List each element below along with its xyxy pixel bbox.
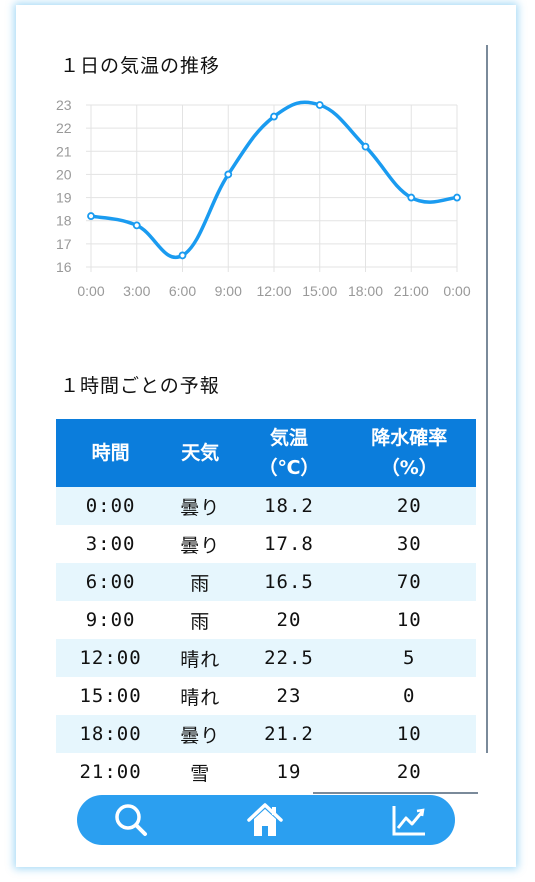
data-point [224, 170, 233, 179]
table-row: 18:00 曇り 21.2 10 [56, 715, 476, 753]
header-time: 時間 [56, 419, 166, 487]
table-header-row: 時間 天気 気温 （℃） 降水確率 （%） [56, 419, 476, 487]
chart-icon [392, 806, 425, 836]
cell-temperature: 23 [235, 677, 343, 715]
forecast-table-container[interactable]: 時間 天気 気温 （℃） 降水確率 （%） 0:00 曇り 18.2 20 3:00 曇り 17… [56, 419, 476, 796]
header-temperature: 気温 （℃） [235, 419, 343, 487]
forecast-section-title: １時間ごとの予報 [60, 375, 220, 397]
cell-temperature: 21.2 [235, 715, 343, 753]
y-tick-label: 19 [56, 190, 72, 206]
cell-precipitation: 20 [342, 487, 476, 525]
table-row: 3:00 曇り 17.8 30 [56, 525, 476, 563]
cell-time: 0:00 [56, 487, 166, 525]
y-tick-label: 22 [56, 120, 72, 136]
table-row: 9:00 雨 20 10 [56, 601, 476, 639]
nav-chart-button[interactable] [379, 795, 439, 845]
cell-temperature: 20 [235, 601, 343, 639]
cell-precipitation: 0 [342, 677, 476, 715]
table-row: 12:00 晴れ 22.5 5 [56, 639, 476, 677]
vertical-scrollbar[interactable] [486, 45, 488, 753]
cell-weather: 曇り [165, 525, 236, 563]
x-tick-label: 9:00 [215, 283, 242, 299]
cell-weather: 雨 [165, 563, 236, 601]
cell-temperature: 17.8 [235, 525, 343, 563]
data-point [453, 193, 461, 202]
cell-weather: 晴れ [165, 677, 236, 715]
table-row: 6:00 雨 16.5 70 [56, 563, 476, 601]
cell-temperature: 19 [235, 753, 343, 791]
cell-precipitation: 30 [342, 525, 476, 563]
cell-precipitation: 5 [342, 639, 476, 677]
data-point [178, 251, 187, 260]
y-tick-label: 18 [56, 213, 72, 229]
cell-weather: 雨 [165, 601, 236, 639]
data-point [270, 112, 278, 121]
data-point [87, 212, 95, 220]
horizontal-scrollbar[interactable] [313, 792, 478, 794]
data-point [315, 101, 324, 109]
cell-precipitation: 70 [342, 563, 476, 601]
cell-precipitation: 10 [342, 601, 476, 639]
cell-time: 3:00 [56, 525, 166, 563]
x-tick-label: 0:00 [77, 283, 104, 299]
bottom-nav-bar [77, 795, 455, 845]
cell-weather: 曇り [165, 487, 236, 525]
data-point [361, 142, 370, 151]
app-frame: １日の気温の推移 16 17 18 19 20 21 22 23 0:00 3:00 6:00 9:0… [16, 5, 516, 867]
y-tick-label: 23 [56, 97, 72, 113]
x-tick-label: 0:00 [443, 283, 470, 299]
table-row: 15:00 晴れ 23 0 [56, 677, 476, 715]
forecast-table: 時間 天気 気温 （℃） 降水確率 （%） 0:00 曇り 18.2 20 3:00 曇り 17… [56, 419, 476, 791]
cell-precipitation: 10 [342, 715, 476, 753]
data-point [132, 221, 141, 230]
cell-time: 18:00 [56, 715, 166, 753]
y-tick-label: 21 [56, 143, 72, 159]
cell-precipitation: 20 [342, 753, 476, 791]
search-icon [115, 804, 147, 836]
cell-time: 15:00 [56, 677, 166, 715]
nav-home-button[interactable] [235, 795, 295, 845]
x-tick-label: 18:00 [348, 283, 383, 299]
cell-time: 9:00 [56, 601, 166, 639]
x-tick-label: 3:00 [123, 283, 150, 299]
cell-temperature: 16.5 [235, 563, 343, 601]
temperature-chart: 16 17 18 19 20 21 22 23 0:00 3:00 6:00 9:00 12:00 15:… [56, 97, 471, 299]
header-weather: 天気 [165, 419, 236, 487]
cell-weather: 雪 [165, 753, 236, 791]
cell-weather: 曇り [165, 715, 236, 753]
cell-temperature: 18.2 [235, 487, 343, 525]
cell-time: 21:00 [56, 753, 166, 791]
cell-time: 6:00 [56, 563, 166, 601]
cell-time: 12:00 [56, 639, 166, 677]
x-tick-label: 15:00 [302, 283, 337, 299]
x-tick-label: 21:00 [394, 283, 429, 299]
y-tick-label: 20 [56, 166, 72, 182]
table-row: 21:00 雪 19 20 [56, 753, 476, 791]
nav-search-button[interactable] [101, 795, 161, 845]
header-precipitation: 降水確率 （%） [342, 419, 476, 487]
data-point [407, 193, 416, 202]
y-tick-label: 16 [56, 259, 72, 275]
cell-weather: 晴れ [165, 639, 236, 677]
cell-temperature: 22.5 [235, 639, 343, 677]
y-tick-label: 17 [56, 236, 72, 252]
home-icon [247, 803, 283, 836]
x-tick-label: 12:00 [256, 283, 291, 299]
x-tick-label: 6:00 [169, 283, 196, 299]
table-row: 0:00 曇り 18.2 20 [56, 487, 476, 525]
